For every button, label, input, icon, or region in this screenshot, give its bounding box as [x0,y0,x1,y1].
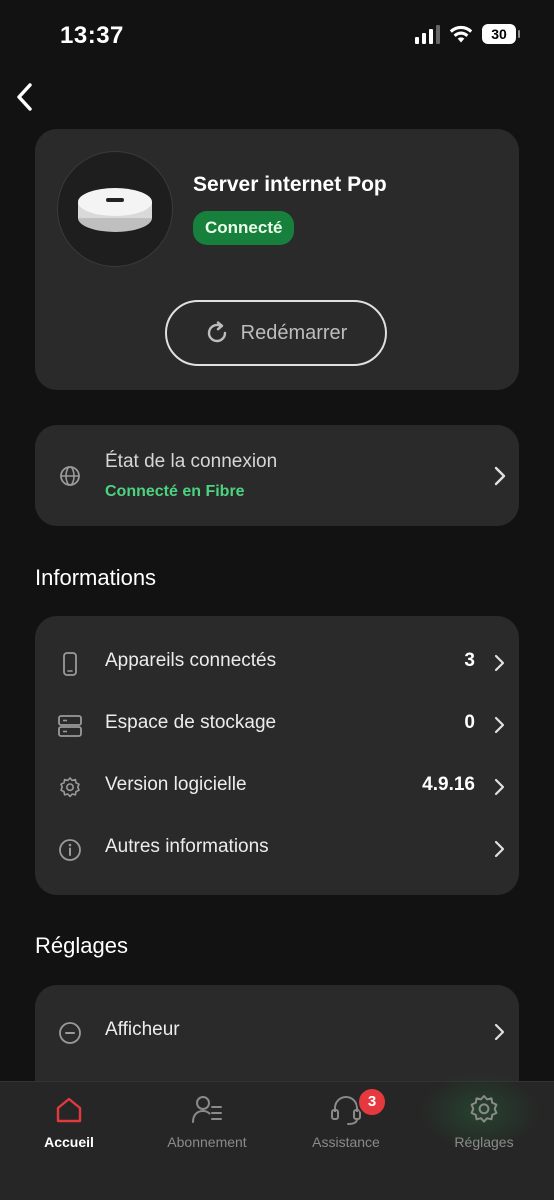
info-row-connected-devices[interactable]: Appareils connectés 3 [35,632,519,694]
chevron-right-icon [494,466,506,486]
chevron-right-icon [494,1023,505,1041]
info-row-software-version[interactable]: Version logicielle 4.9.16 [35,756,519,818]
chevron-right-icon [494,840,505,858]
device-image [57,151,173,267]
tab-abonnement[interactable]: Abonnement [138,1082,276,1182]
info-row-other-info[interactable]: Autres informations [35,818,519,880]
tab-label: Abonnement [167,1134,247,1150]
phone-icon [63,652,77,676]
wifi-icon [449,25,473,43]
status-icons: 30 [415,24,520,44]
globe-icon [60,466,80,486]
informations-heading: Informations [35,565,157,590]
tab-assistance[interactable]: 3 Assistance [277,1082,415,1182]
info-row-value: 3 [464,650,475,671]
info-row-label: Espace de stockage [105,712,277,733]
gear-icon [60,777,80,798]
settings-row-display[interactable]: Afficheur [35,1001,519,1063]
back-button[interactable] [8,80,40,114]
info-row-label: Version logicielle [105,774,247,795]
reglages-heading: Réglages [35,933,128,958]
tab-bar: Accueil Abonnement 3 Assistance Réglages [0,1072,554,1200]
chevron-right-icon [494,778,505,796]
gear-icon [470,1095,498,1123]
tab-label: Accueil [44,1134,94,1150]
restart-button[interactable]: Redémarrer [165,300,387,366]
display-icon [59,1022,81,1044]
home-icon [56,1097,82,1123]
subscription-icon [192,1096,222,1123]
screen: 13:37 30 Server internet Pop Connecté Re… [0,0,554,1200]
tab-accueil[interactable]: Accueil [0,1082,138,1182]
info-row-label: Appareils connectés [105,650,277,671]
info-row-storage[interactable]: Espace de stockage 0 [35,694,519,756]
notification-badge: 3 [357,1087,387,1117]
restart-icon [207,321,226,343]
restart-label: Redémarrer [240,321,348,344]
tab-label: Réglages [454,1134,514,1150]
connection-status-row[interactable]: État de la connexion Connecté en Fibre [35,425,519,526]
battery-indicator: 30 [482,24,520,44]
chevron-right-icon [494,654,505,672]
info-row-label: Autres informations [105,836,269,857]
device-card: Server internet Pop Connecté Redémarrer [35,129,519,390]
connection-subtitle: Connecté en Fibre [105,483,245,500]
info-row-value: 4.9.16 [422,774,475,795]
connection-title: État de la connexion [105,451,278,472]
info-icon [59,839,81,861]
storage-icon [58,715,82,737]
chevron-right-icon [494,716,505,734]
device-name: Server internet Pop [193,173,387,196]
tab-reglages[interactable]: Réglages [415,1082,553,1182]
status-time: 13:37 [60,22,124,49]
status-bar: 13:37 30 [0,0,554,72]
status-badge: Connecté [193,211,295,245]
tab-label: Assistance [312,1134,380,1150]
router-icon [78,188,152,232]
informations-card: Appareils connectés 3 Espace de stockage… [35,616,519,895]
chevron-left-icon [17,83,32,111]
settings-row-label: Afficheur [105,1019,180,1040]
signal-icon [415,24,440,44]
info-row-value: 0 [464,712,475,733]
